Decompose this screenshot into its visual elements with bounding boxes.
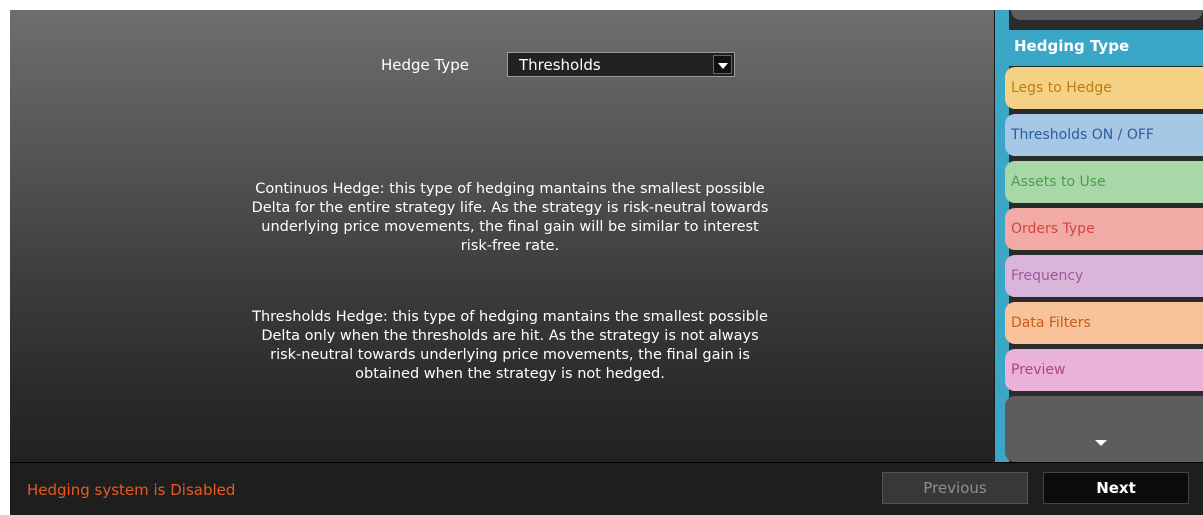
sidebar-scroll-down-tab[interactable] — [1005, 396, 1203, 462]
chevron-down-icon[interactable] — [713, 55, 732, 74]
hedging-status-text: Hedging system is Disabled — [27, 481, 236, 499]
hedging-wizard-window: Hedge Type Thresholds Continuos Hedge: t… — [10, 10, 1203, 515]
continuous-hedge-description: Continuos Hedge: this type of hedging ma… — [251, 181, 769, 254]
next-button[interactable]: Next — [1043, 472, 1189, 504]
sidebar-item-assets-to-use[interactable]: Assets to Use — [1005, 161, 1203, 203]
sidebar-item-thresholds-on-off[interactable]: Thresholds ON / OFF — [1005, 114, 1203, 156]
sidebar-item-frequency[interactable]: Frequency — [1005, 255, 1203, 297]
sidebar-item-hedging-type[interactable]: Hedging Type — [995, 30, 1203, 66]
main-panel: Hedge Type Thresholds Continuos Hedge: t… — [10, 10, 994, 462]
hedge-type-select[interactable]: Thresholds — [507, 52, 735, 77]
thresholds-hedge-description: Thresholds Hedge: this type of hedging m… — [252, 309, 768, 382]
wizard-steps-sidebar: Hedging Type Legs to Hedge Thresholds ON… — [995, 10, 1203, 462]
hedge-type-selected-value: Thresholds — [519, 56, 601, 74]
sidebar-item-legs-to-hedge[interactable]: Legs to Hedge — [1005, 67, 1203, 109]
footer-bar: Hedging system is Disabled Previous Next — [10, 462, 1203, 515]
sidebar-item-label: Hedging Type — [1014, 37, 1130, 55]
sidebar-scroll-up-tab[interactable] — [1011, 10, 1203, 20]
sidebar-item-preview[interactable]: Preview — [1005, 349, 1203, 391]
previous-button[interactable]: Previous — [882, 472, 1028, 504]
hedge-type-label: Hedge Type — [381, 56, 470, 74]
chevron-down-icon[interactable] — [1095, 440, 1107, 446]
sidebar-item-orders-type[interactable]: Orders Type — [1005, 208, 1203, 250]
sidebar-item-data-filters[interactable]: Data Filters — [1005, 302, 1203, 344]
